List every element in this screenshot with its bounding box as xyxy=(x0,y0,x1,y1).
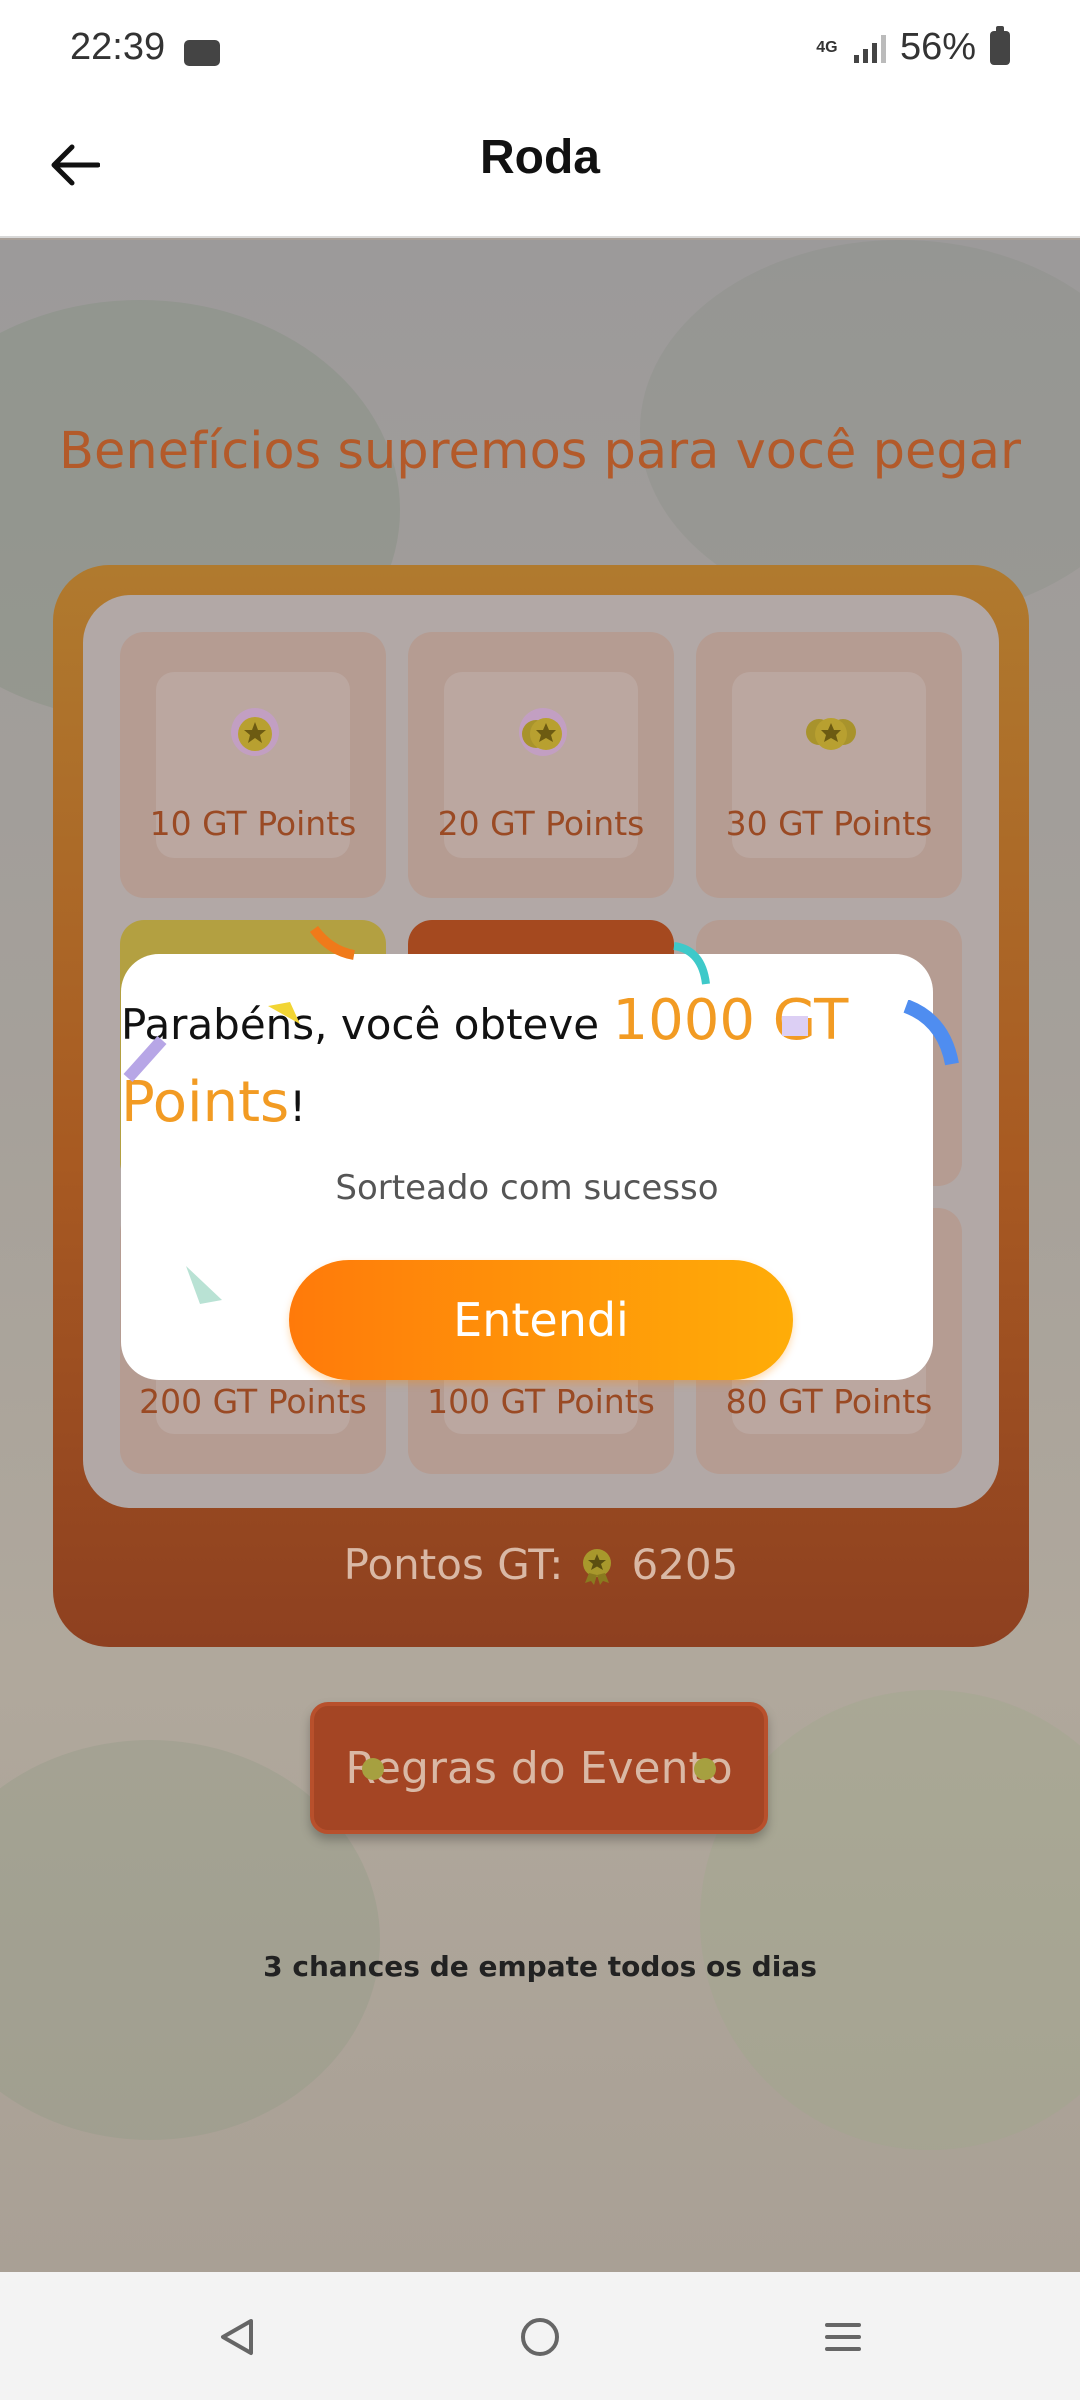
event-rules-button[interactable]: Regras do Evento xyxy=(310,1702,768,1834)
system-nav-bar xyxy=(0,2272,1080,2400)
prize-label: 20 GT Points xyxy=(437,804,645,843)
back-triangle-icon xyxy=(221,2319,253,2355)
prize-label: 80 GT Points xyxy=(725,1382,933,1421)
network-4g-icon: 4G xyxy=(814,38,840,56)
understood-button[interactable]: Entendi xyxy=(289,1260,793,1380)
home-circle-icon xyxy=(521,2318,559,2356)
decor-dot xyxy=(694,1758,716,1780)
confetti-piece xyxy=(673,942,710,985)
confetti-piece xyxy=(903,1000,959,1066)
prize-label: 200 GT Points xyxy=(139,1382,367,1421)
status-bar: 22:39 4G 56% xyxy=(0,0,1080,100)
prize-cell[interactable]: 10 GT Points xyxy=(120,632,386,898)
gift-medal-icon xyxy=(231,708,279,756)
prize-label: 100 GT Points xyxy=(427,1382,655,1421)
daily-chances-note: 3 chances de empate todos os dias xyxy=(263,1950,817,1983)
signal-icon xyxy=(853,33,886,63)
decor-dot xyxy=(362,1758,384,1780)
congrats-suffix: ! xyxy=(289,1082,307,1131)
page-title: Roda xyxy=(480,131,600,184)
gift-medal-icon xyxy=(519,708,567,756)
prize-cell[interactable]: 20 GT Points xyxy=(408,632,674,898)
battery-percent: 56% xyxy=(899,26,976,68)
battery-icon xyxy=(990,25,1010,65)
confetti-piece xyxy=(123,1035,167,1083)
congrats-dialog: Parabéns, você obteve 1000 GT Points! So… xyxy=(121,954,933,1380)
prize-label: 10 GT Points xyxy=(149,804,357,843)
confetti-piece xyxy=(310,925,356,960)
congrats-message: Parabéns, você obteve 1000 GT Points! xyxy=(121,982,881,1146)
headline: Benefícios supremos para você pegar xyxy=(59,422,1021,481)
medal-coin-icon xyxy=(583,1548,612,1585)
nav-menu-button[interactable] xyxy=(808,2302,878,2372)
dialog-subtitle: Sorteado com sucesso xyxy=(335,1168,719,1208)
event-rules-label: Regras do Evento xyxy=(345,1742,733,1794)
understood-label: Entendi xyxy=(453,1293,629,1347)
app-bar: Roda xyxy=(0,100,1080,238)
status-time: 22:39 xyxy=(70,26,166,68)
nav-back-button[interactable] xyxy=(202,2302,272,2372)
gift-medal-icon xyxy=(806,718,856,750)
points-balance: Pontos GT: 6205 xyxy=(53,1540,1029,1589)
points-label: Pontos GT: xyxy=(343,1540,564,1589)
network-label: 4G xyxy=(816,38,838,56)
prize-label: 30 GT Points xyxy=(725,804,933,843)
prize-cell[interactable]: 30 GT Points xyxy=(696,632,962,898)
status-right: 4G 56% xyxy=(814,25,1010,69)
confetti-piece xyxy=(186,1266,222,1304)
points-value: 6205 xyxy=(631,1540,739,1589)
nav-home-button[interactable] xyxy=(505,2302,575,2372)
voicemail-icon xyxy=(184,40,220,66)
congrats-prefix: Parabéns, você obteve xyxy=(121,1000,613,1049)
menu-lines-icon xyxy=(825,2323,861,2351)
confetti-piece xyxy=(268,1002,300,1024)
confetti-piece xyxy=(782,1016,808,1036)
